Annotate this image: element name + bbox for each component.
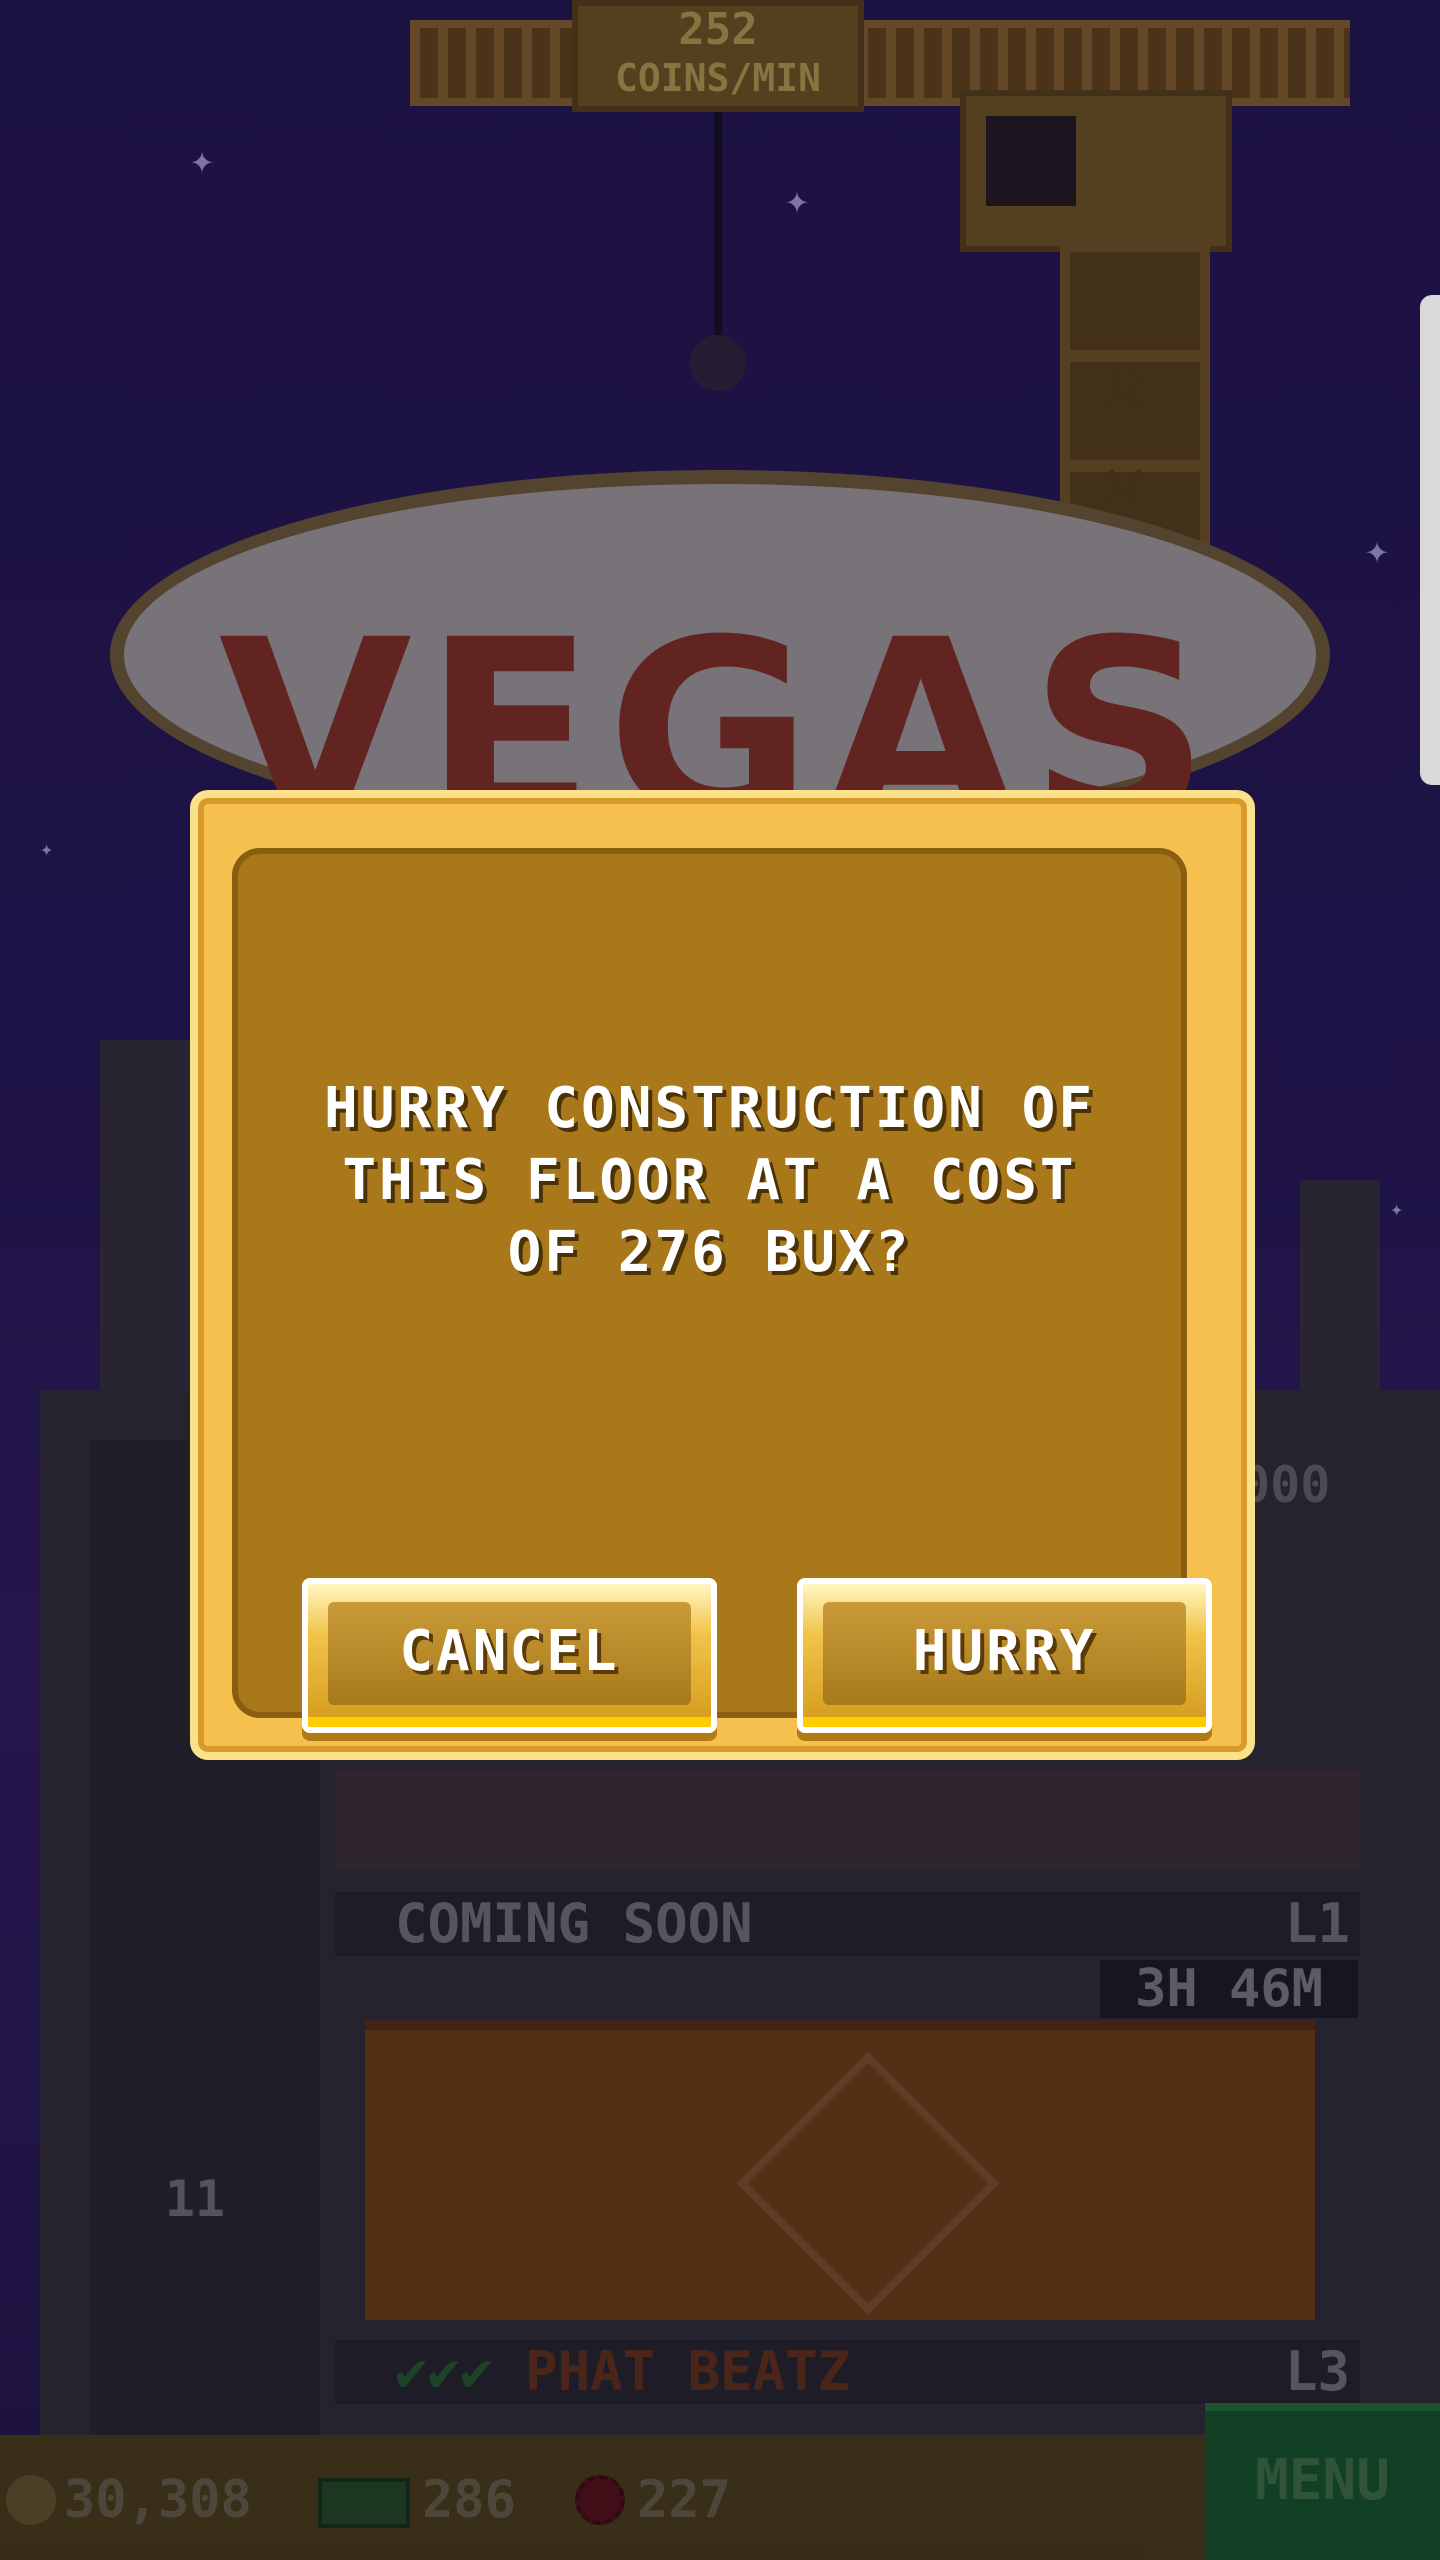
edge-panel-handle[interactable] [1420, 295, 1440, 785]
cancel-button-label: CANCEL [328, 1602, 691, 1705]
hurry-confirm-dialog: HURRY CONSTRUCTION OF THIS FLOOR AT A CO… [190, 790, 1255, 1760]
hurry-button-label: HURRY [823, 1602, 1186, 1705]
hurry-button[interactable]: HURRY [797, 1578, 1212, 1733]
dialog-body: HURRY CONSTRUCTION OF THIS FLOOR AT A CO… [232, 848, 1212, 1733]
cancel-button[interactable]: CANCEL [302, 1578, 717, 1733]
dialog-message: HURRY CONSTRUCTION OF THIS FLOOR AT A CO… [323, 1076, 1095, 1285]
